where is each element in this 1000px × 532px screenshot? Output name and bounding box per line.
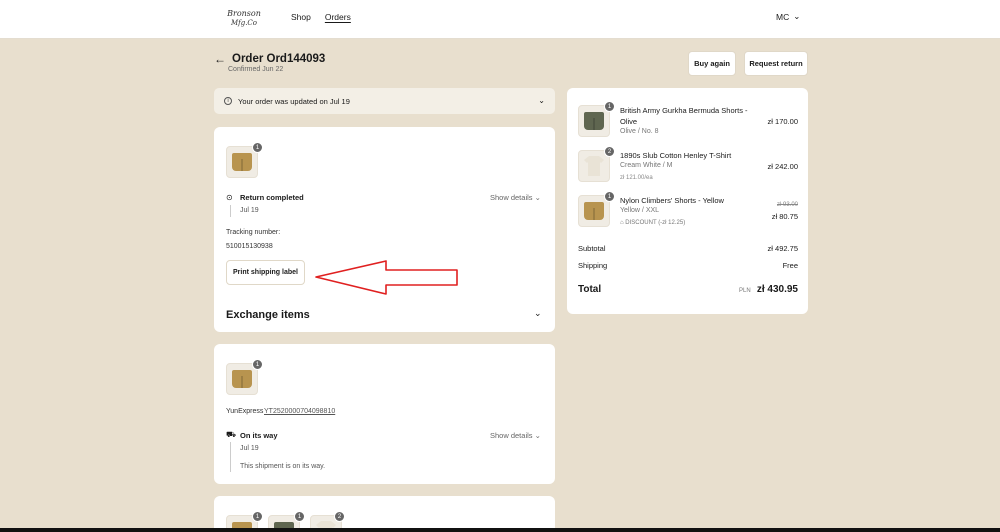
tracking-link[interactable]: YT2520000704098810 <box>264 408 335 415</box>
account-initials: MC <box>776 11 790 22</box>
item-name: 1890s Slub Cotton Henley T-Shirt <box>620 151 732 160</box>
chevron-down-icon[interactable]: ⌄ <box>534 308 542 319</box>
show-details-button[interactable]: Show details ⌄ <box>490 431 541 440</box>
quantity-badge: 1 <box>604 191 615 202</box>
tag-icon: ⌂ <box>620 220 624 226</box>
item-unit-price: zł 121.00/ea <box>620 175 653 181</box>
tracking-number: 510015130938 <box>226 243 273 250</box>
chevron-down-icon: ⌄ <box>793 11 801 21</box>
quantity-badge: 1 <box>252 511 263 522</box>
return-card: 1 ⊙ Return completed Jul 19 Show details… <box>214 127 555 332</box>
timeline-line <box>230 205 231 217</box>
return-date: Jul 19 <box>240 207 259 214</box>
svg-text:Bronson: Bronson <box>226 9 261 18</box>
item-variant: Yellow / XXL <box>620 207 660 214</box>
show-details-button[interactable]: Show details ⌄ <box>490 193 541 202</box>
currency-code: PLN <box>739 288 751 294</box>
shipping-label: Shipping <box>578 261 608 270</box>
carrier-name: YunExpress <box>226 408 264 415</box>
item-price: zł 242.00 <box>767 162 798 171</box>
top-bar: Bronson Mfg.Co Shop Orders MC ⌄ <box>0 0 1000 39</box>
item-variant: Olive / No. 8 <box>620 128 659 135</box>
order-update-banner[interactable]: i Your order was updated on Jul 19 ⌄ <box>214 88 555 114</box>
total-label: Total <box>578 284 602 295</box>
exchange-items-title[interactable]: Exchange items <box>226 309 310 321</box>
show-details-label: Show details <box>490 431 533 440</box>
chevron-down-icon: ⌄ <box>534 431 541 440</box>
shipment-status: On its way <box>240 431 278 440</box>
chevron-down-icon: ⌄ <box>534 193 541 202</box>
quantity-badge: 1 <box>604 101 615 112</box>
back-arrow-icon[interactable]: ← <box>214 52 226 66</box>
check-circle-icon: ⊙ <box>226 193 233 202</box>
quantity-badge: 1 <box>294 511 305 522</box>
truck-icon: ⛟ <box>226 430 237 439</box>
tracking-label: Tracking number: <box>226 229 281 236</box>
quantity-badge: 2 <box>334 511 345 522</box>
chevron-down-icon: ⌄ <box>538 96 545 105</box>
show-details-label: Show details <box>490 193 533 202</box>
main-nav: Shop Orders <box>291 12 351 22</box>
discount-label: DISCOUNT (-zł 12.25) <box>625 220 686 226</box>
nav-shop[interactable]: Shop <box>291 12 311 22</box>
page-title: Order Ord144093 <box>232 53 326 65</box>
item-name: Nylon Climbers' Shorts - Yellow <box>620 196 724 205</box>
shipment-card: 1 YunExpress YT2520000704098810 ⛟ On its… <box>214 344 555 484</box>
shorts-image <box>584 202 604 220</box>
quantity-badge: 1 <box>252 359 263 370</box>
quantity-badge: 2 <box>604 146 615 157</box>
print-shipping-label-button[interactable]: Print shipping label <box>226 260 305 285</box>
quantity-badge: 1 <box>252 142 263 153</box>
item-original-price: zł 93.00 <box>776 202 798 208</box>
return-status: Return completed <box>240 193 304 202</box>
item-name: British Army Gurkha Bermuda Shorts - <box>620 106 748 115</box>
shorts-image <box>584 112 604 130</box>
buy-again-button[interactable]: Buy again <box>688 51 736 76</box>
item-variant: Cream White / M <box>620 162 673 169</box>
account-menu[interactable]: MC ⌄ <box>776 11 800 22</box>
shipping-value: Free <box>782 261 798 270</box>
order-summary-card: 1 British Army Gurkha Bermuda Shorts - O… <box>567 88 808 314</box>
confirmed-date: Confirmed Jun 22 <box>228 66 284 73</box>
request-return-button[interactable]: Request return <box>744 51 808 76</box>
annotation-arrow-icon <box>315 260 458 295</box>
order-header: ← Order Ord144093 <box>214 52 325 66</box>
info-icon: i <box>224 97 232 105</box>
brand-logo[interactable]: Bronson Mfg.Co <box>224 6 264 28</box>
timeline-line <box>230 442 231 472</box>
banner-text: Your order was updated on Jul 19 <box>238 96 350 106</box>
total-value: zł 430.95 <box>756 284 798 295</box>
shorts-image <box>232 370 252 388</box>
shorts-image <box>232 153 252 171</box>
taskbar <box>0 528 1000 532</box>
shipment-message: This shipment is on its way. <box>240 463 326 470</box>
subtotal-value: zł 492.75 <box>767 244 798 253</box>
discount-tag: ⌂ DISCOUNT (-zł 12.25) <box>620 220 685 226</box>
item-price: zł 80.75 <box>771 212 798 221</box>
tshirt-image <box>584 156 604 176</box>
subtotal-label: Subtotal <box>578 244 606 253</box>
shipment-card: 1 1 2 <box>214 496 555 532</box>
svg-text:Mfg.Co: Mfg.Co <box>230 19 257 27</box>
item-name-line2: Olive <box>620 117 638 126</box>
item-price: zł 170.00 <box>767 117 798 126</box>
nav-orders[interactable]: Orders <box>325 12 351 22</box>
shipment-date: Jul 19 <box>240 445 259 452</box>
